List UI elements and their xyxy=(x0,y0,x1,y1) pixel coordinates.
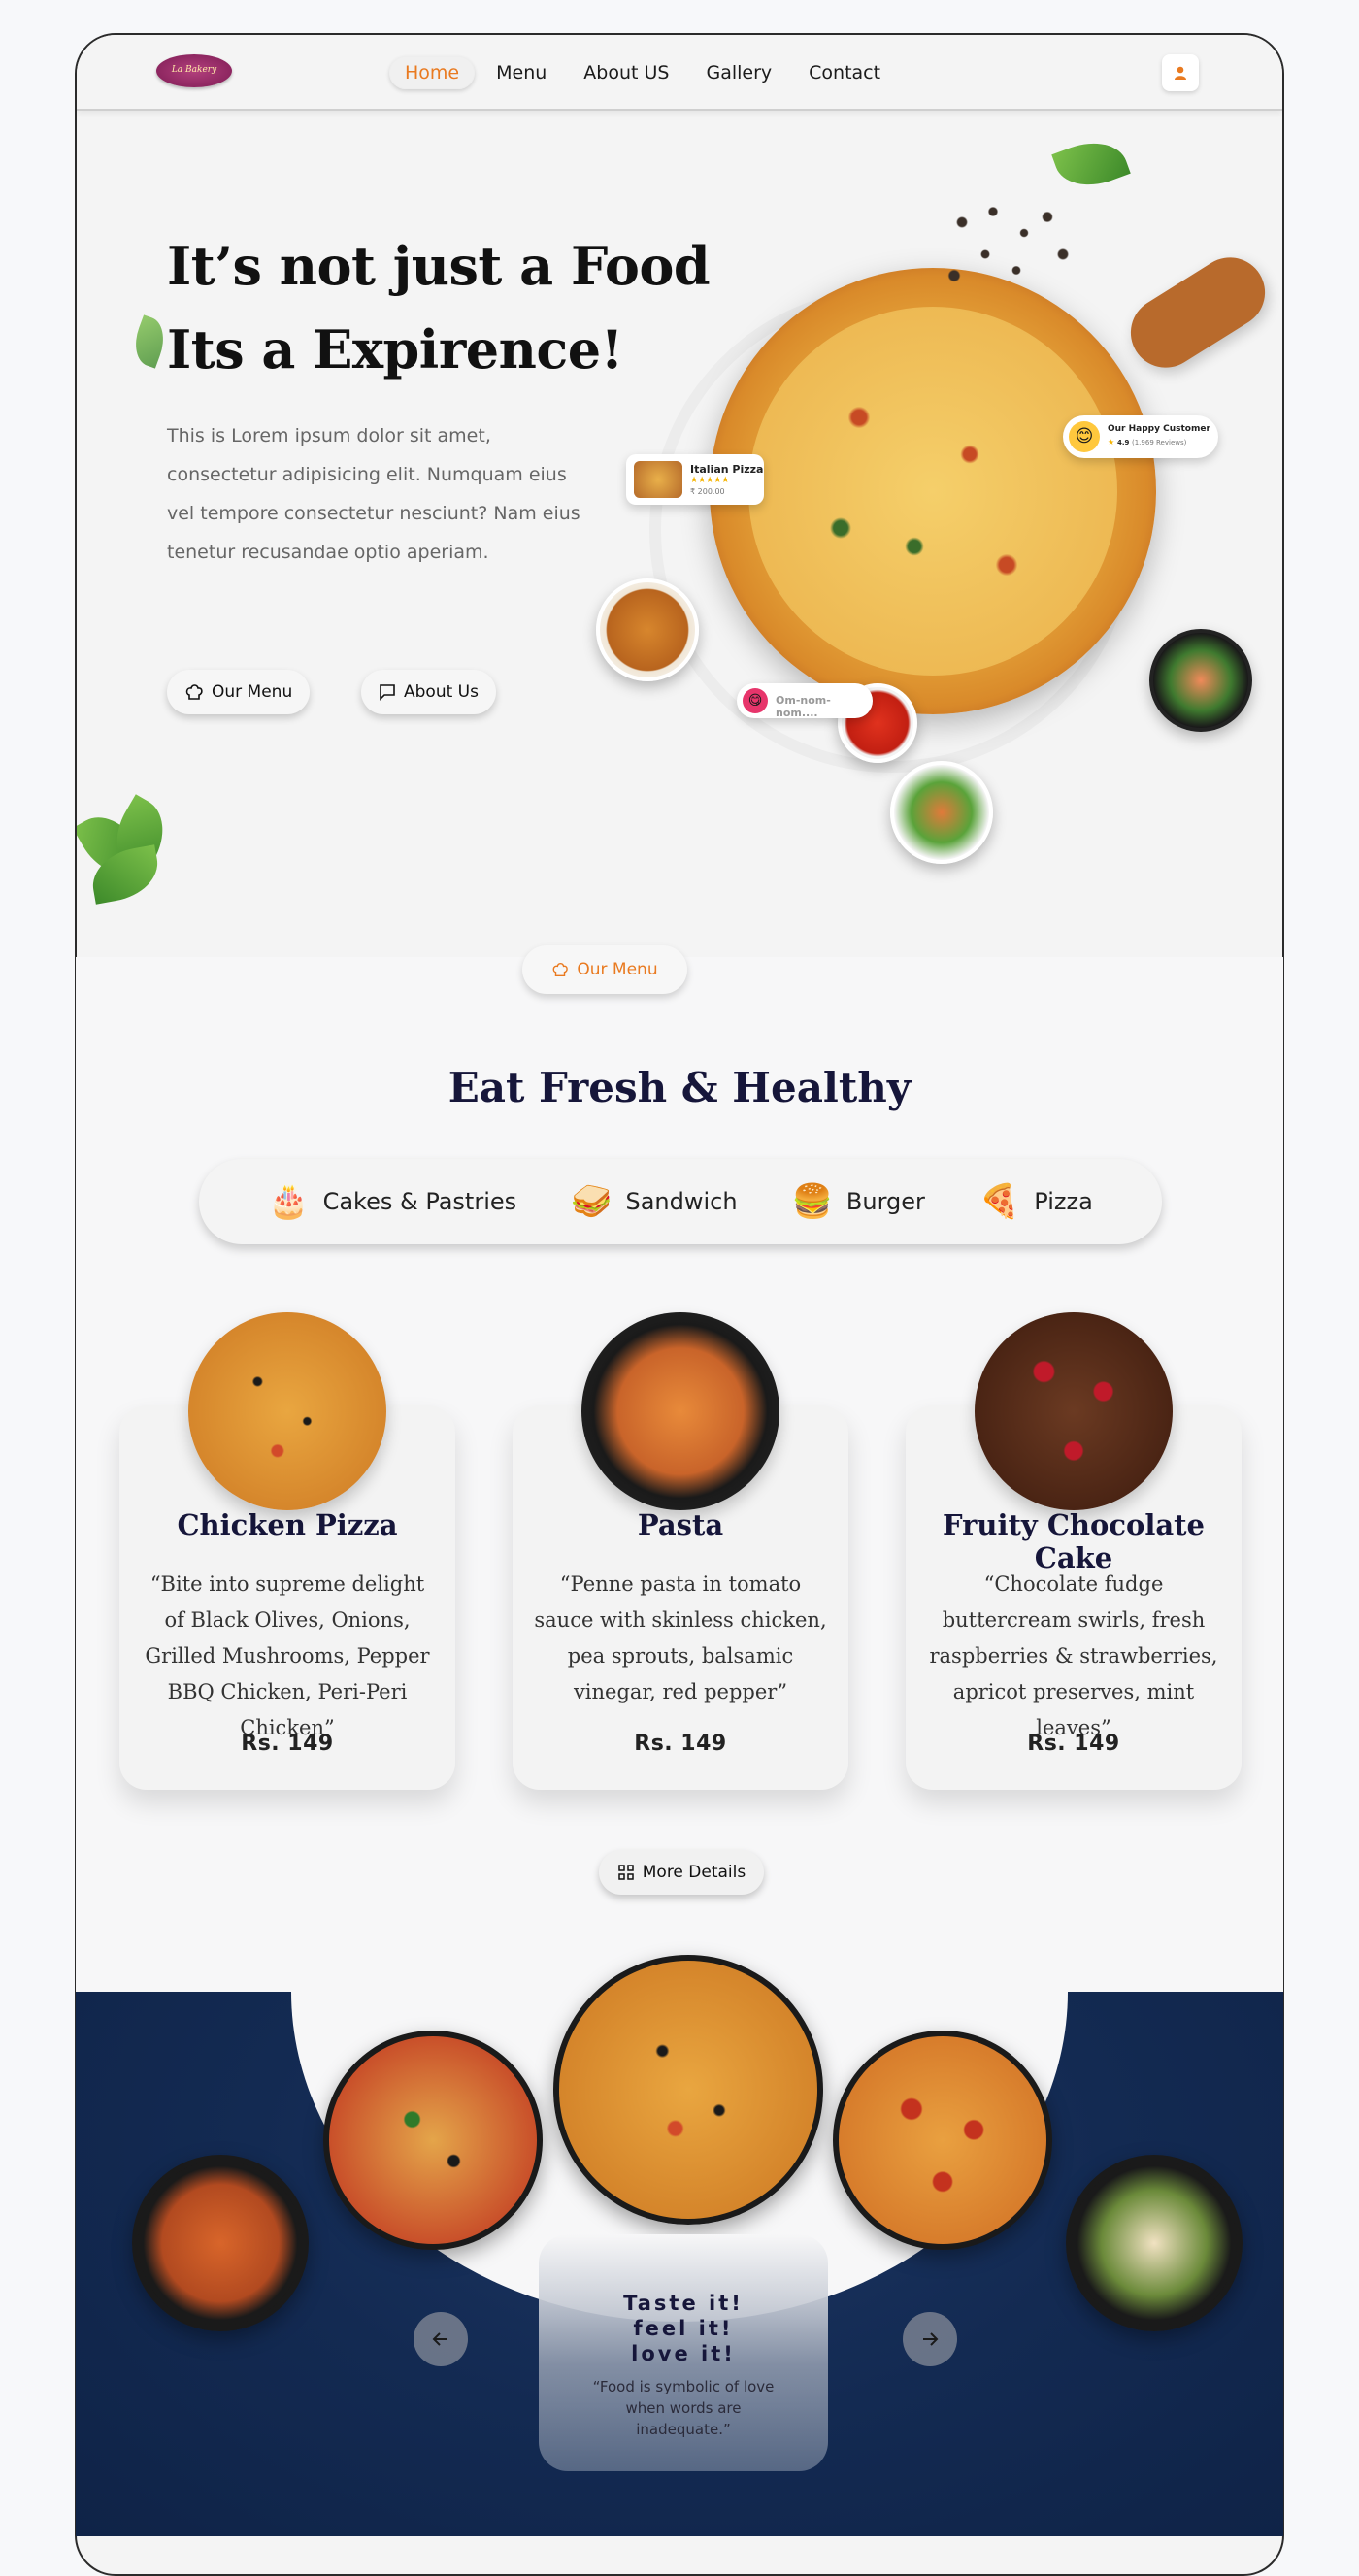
basil-leaf-decoration xyxy=(127,314,172,369)
chicken-wings-dish xyxy=(596,578,699,681)
hero-title: It’s not just a Food Its a Expirence! xyxy=(167,224,711,391)
happy-customer-chip[interactable]: 😊 Our Happy Customer ★ 4.9 (1.969 Review… xyxy=(1063,415,1218,458)
brand-logo[interactable]: La Bakery xyxy=(156,54,232,87)
card-description: “Chocolate fudge buttercream swirls, fre… xyxy=(929,1572,1218,1739)
about-us-button[interactable]: About Us xyxy=(361,670,496,714)
card-description: “Bite into supreme delight of Black Oliv… xyxy=(145,1572,430,1739)
pizza-board-handle xyxy=(1117,244,1278,381)
laughing-emoji-icon: 😋 xyxy=(743,688,768,713)
chef-hat-icon xyxy=(552,962,569,977)
quote-text: “Food is symbolic of love when words are… xyxy=(592,2378,775,2438)
chat-icon xyxy=(380,684,395,701)
our-menu-button[interactable]: Our Menu xyxy=(167,670,311,714)
sandwich-icon: 🥪 xyxy=(571,1182,613,1221)
carousel-pasta-left[interactable] xyxy=(132,2155,309,2331)
category-label: Pizza xyxy=(1034,1188,1093,1215)
section-title: Eat Fresh & Healthy xyxy=(447,1064,912,1111)
nav-contact[interactable]: Contact xyxy=(793,56,896,89)
peppercorns-decoration xyxy=(931,190,1086,297)
quote-title-line1: Taste it! xyxy=(623,2292,744,2315)
nav-home[interactable]: Home xyxy=(389,56,476,89)
italian-pizza-chip[interactable]: Italian Pizza ★★★★★ ₹ 200.00 xyxy=(626,454,764,505)
card-price: Rs. 149 xyxy=(1027,1732,1120,1756)
category-burger[interactable]: 🍔 Burger xyxy=(792,1182,925,1221)
pizza-icon: 🍕 xyxy=(978,1182,1021,1221)
quote-title: Taste it! feel it! love it! xyxy=(539,2291,828,2366)
carousel-prev-button[interactable] xyxy=(414,2312,468,2366)
quote-title-line2: feel it! xyxy=(633,2317,734,2340)
chicken-pizza-image xyxy=(188,1312,386,1510)
italian-pizza-thumbnail xyxy=(634,461,682,498)
top-navigation: La Bakery Home Menu About US Gallery Con… xyxy=(77,35,1282,111)
card-price: Rs. 149 xyxy=(634,1732,727,1756)
category-label: Sandwich xyxy=(625,1188,738,1215)
smiley-icon: 😊 xyxy=(1069,421,1100,452)
quote-title-line3: love it! xyxy=(631,2342,736,2365)
quote-card: Taste it! feel it! love it! “Food is sym… xyxy=(539,2234,828,2471)
user-account-button[interactable] xyxy=(1162,54,1199,91)
star-rating-icon: ★★★★★ xyxy=(690,476,730,485)
italian-pizza-price: ₹ 200.00 xyxy=(690,487,725,496)
card-title: Fruity Chocolate Cake xyxy=(943,1508,1205,1574)
pasta-image xyxy=(581,1312,779,1510)
our-menu-pill-label: Our Menu xyxy=(577,960,658,979)
more-details-button[interactable]: More Details xyxy=(599,1850,764,1895)
hero-title-line1: It’s not just a Food xyxy=(167,235,711,297)
carousel-pepperoni-pizza[interactable] xyxy=(833,2031,1052,2250)
customer-chip-star-icon: ★ xyxy=(1108,438,1115,446)
nav-about[interactable]: About US xyxy=(568,56,684,89)
our-menu-pill[interactable]: Our Menu xyxy=(522,945,687,994)
burger-icon: 🍔 xyxy=(791,1182,833,1221)
chocolate-cake-image xyxy=(975,1312,1173,1510)
carousel-next-button[interactable] xyxy=(903,2312,957,2366)
nav-menu[interactable]: Menu xyxy=(481,56,562,89)
card-title: Pasta xyxy=(637,1508,724,1541)
carousel-pasta-right[interactable] xyxy=(1066,2155,1243,2331)
basil-leaf-decoration xyxy=(1051,131,1131,197)
customer-chip-title: Our Happy Customer xyxy=(1108,424,1210,434)
card-title: Chicken Pizza xyxy=(177,1508,398,1541)
more-details-label: More Details xyxy=(642,1863,746,1882)
category-cakes[interactable]: 🎂 Cakes & Pastries xyxy=(268,1182,516,1221)
carousel-margherita-pizza[interactable] xyxy=(323,2031,543,2250)
hero-title-line2: Its a Expirence! xyxy=(167,318,623,380)
category-label: Burger xyxy=(845,1188,925,1215)
customer-rating: 4.9 xyxy=(1117,439,1130,446)
comment-chip[interactable]: 😋 Om-nom-nom.... xyxy=(737,683,873,719)
category-label: Cakes & Pastries xyxy=(322,1188,517,1215)
user-icon xyxy=(1175,66,1186,80)
category-sandwich[interactable]: 🥪 Sandwich xyxy=(571,1182,737,1221)
card-description: “Penne pasta in tomato sauce with skinle… xyxy=(534,1572,827,1703)
category-bar: 🎂 Cakes & Pastries 🥪 Sandwich 🍔 Burger 🍕 Piz… xyxy=(199,1159,1162,1244)
arrow-right-icon xyxy=(923,2332,939,2346)
card-price: Rs. 149 xyxy=(241,1732,334,1756)
salmon-dish xyxy=(1149,629,1252,732)
chef-hat-icon xyxy=(185,684,203,700)
category-pizza[interactable]: 🍕 Pizza xyxy=(979,1182,1093,1221)
italian-pizza-name: Italian Pizza xyxy=(690,463,764,476)
comment-text: Om-nom-nom.... xyxy=(776,694,831,719)
about-us-label: About Us xyxy=(404,682,479,702)
cake-icon: 🎂 xyxy=(268,1182,310,1221)
our-menu-label: Our Menu xyxy=(212,682,293,702)
logo-text: La Bakery xyxy=(171,65,217,75)
mint-leaves-decoration xyxy=(77,792,183,918)
hero-pizza-image xyxy=(710,268,1156,714)
salad-dish xyxy=(890,761,993,864)
carousel-featured-pizza[interactable] xyxy=(553,1955,823,2225)
grid-icon xyxy=(618,1865,634,1880)
nav-gallery[interactable]: Gallery xyxy=(690,56,787,89)
arrow-left-icon xyxy=(432,2332,447,2346)
hero-description: This is Lorem ipsum dolor sit amet, cons… xyxy=(167,425,580,563)
nav-links: Home Menu About US Gallery Contact xyxy=(389,56,902,89)
customer-reviews: (1.969 Reviews) xyxy=(1132,439,1187,446)
